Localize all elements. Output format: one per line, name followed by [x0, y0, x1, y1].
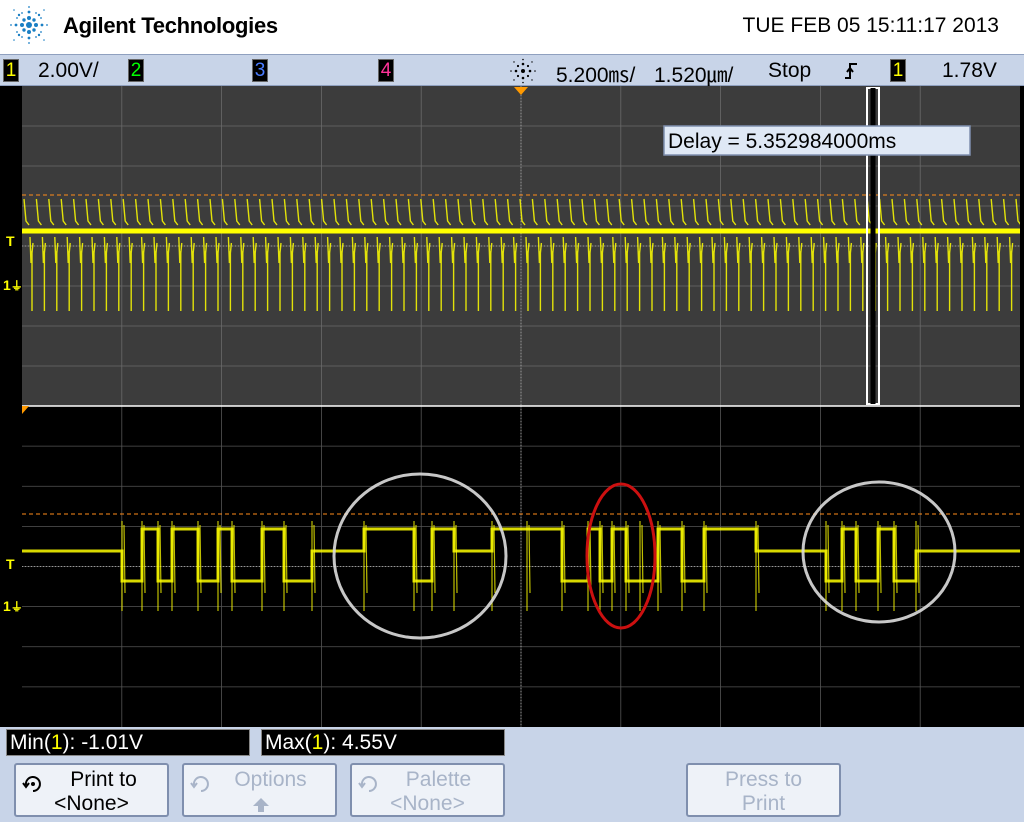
zoom-timebase: 1.520㎛/ — [654, 64, 734, 87]
main-timebase: 5.200㎳/ — [556, 64, 636, 87]
print-to-label: Print to — [70, 768, 137, 791]
press-to-print-softkey[interactable]: Press to Print — [686, 763, 841, 817]
waveform-display[interactable]: Delay = 5.352984000ms — [22, 86, 1020, 727]
palette-value: <None> — [390, 792, 465, 815]
date-time: TUE FEB 05 15:11:17 2013 — [742, 14, 999, 37]
trigger-rising-edge-icon — [845, 63, 857, 79]
channel-1-scale: 2.00V/ — [38, 59, 99, 82]
softkey-bar: Print to <None> Options Palette <None> P… — [0, 759, 1024, 822]
press-to-print-label-2: Print — [741, 792, 786, 815]
scope-left-margin: T 1⏚ T 1⏚ — [0, 86, 23, 727]
delay-readout: Delay = 5.352984000ms — [668, 130, 896, 153]
max-measurement[interactable]: Max(1): 4.55V — [261, 729, 505, 756]
brand-name: Agilent Technologies — [63, 13, 278, 38]
trigger-level: 1.78V — [942, 59, 997, 82]
status-bar: 1 2.00V/ 2 3 4 5.200㎳/ 1.520㎛/ Stop 1 1.… — [0, 54, 1024, 87]
scope-right-margin — [1020, 86, 1024, 727]
header-bar: Agilent Technologies TUE FEB 05 15:11:17… — [0, 0, 1024, 54]
lower-ground-marker: 1⏚ — [3, 598, 23, 614]
lower-trigger-marker: T — [6, 556, 15, 572]
run-state: Stop — [768, 59, 812, 82]
measurement-bar: Min(1): -1.01V Max(1): 4.55V — [0, 727, 1024, 759]
channel-4-indicator[interactable]: 4 — [378, 59, 394, 82]
palette-softkey[interactable]: Palette <None> — [350, 763, 505, 817]
upper-trigger-marker: T — [6, 233, 15, 249]
channel-2-indicator[interactable]: 2 — [128, 59, 144, 82]
options-softkey[interactable]: Options — [182, 763, 337, 817]
print-to-value: <None> — [54, 792, 129, 815]
trigger-source-indicator[interactable]: 1 — [890, 59, 906, 82]
press-to-print-label: Press to — [724, 768, 803, 791]
channel-1-indicator[interactable]: 1 — [3, 59, 19, 82]
upper-ground-marker: 1⏚ — [3, 277, 23, 293]
submenu-up-arrow-icon — [253, 798, 269, 812]
zoom-timebase-icon — [510, 58, 536, 84]
options-label: Options — [234, 768, 307, 791]
channel-3-indicator[interactable]: 3 — [252, 59, 268, 82]
agilent-spark-logo-icon — [10, 6, 48, 44]
min-measurement[interactable]: Min(1): -1.01V — [6, 729, 250, 756]
print-to-softkey[interactable]: Print to <None> — [14, 763, 169, 817]
palette-label: Palette — [405, 768, 472, 791]
